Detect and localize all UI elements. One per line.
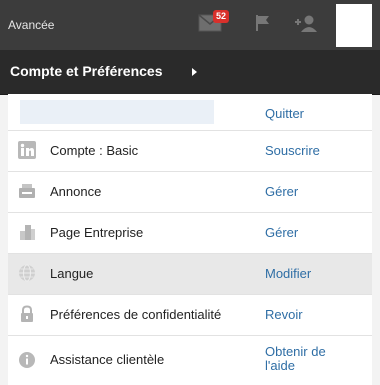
page-title: Compte et Préférences — [10, 63, 163, 79]
user-row: Quitter — [8, 94, 372, 131]
manage-ads-link[interactable]: Gérer — [265, 184, 298, 199]
globe-icon — [18, 264, 36, 282]
info-icon — [18, 351, 36, 369]
lock-icon — [18, 305, 36, 323]
list-item-support: Assistance clientèle Obtenir de l'aide — [8, 336, 372, 384]
account-preferences-header[interactable]: Compte et Préférences — [0, 50, 380, 95]
messages-button[interactable]: 52 — [193, 8, 230, 42]
flag-icon — [253, 13, 273, 38]
review-privacy-link[interactable]: Revoir — [265, 307, 303, 322]
top-navigation-bar: Avancée 52 — [0, 0, 380, 50]
get-help-link[interactable]: Obtenir de l'aide — [265, 345, 355, 373]
building-icon — [18, 223, 36, 241]
company-page-label: Page Entreprise — [50, 225, 144, 240]
list-item-privacy: Préférences de confidentialité Revoir — [8, 295, 372, 336]
advanced-search-link[interactable]: Avancée — [8, 18, 54, 32]
change-language-link[interactable]: Modifier — [265, 266, 311, 281]
list-item-account: Compte : Basic Souscrire — [8, 131, 372, 172]
linkedin-icon — [18, 141, 36, 159]
add-connections-button[interactable] — [289, 8, 323, 42]
messages-count-badge: 52 — [213, 10, 230, 23]
manage-company-link[interactable]: Gérer — [265, 225, 298, 240]
list-item-company-page: Page Entreprise Gérer — [8, 213, 372, 254]
list-item-language: Langue Modifier — [8, 254, 372, 295]
subscribe-link[interactable]: Souscrire — [265, 143, 320, 158]
account-label: Compte : Basic — [50, 143, 139, 158]
ad-icon — [18, 182, 36, 200]
ads-label: Annonce — [50, 184, 102, 199]
quit-link[interactable]: Quitter — [265, 106, 304, 121]
add-connection-icon — [293, 13, 319, 38]
support-label: Assistance clientèle — [50, 352, 165, 367]
language-label: Langue — [50, 266, 94, 281]
user-name-field — [20, 100, 214, 124]
account-menu-panel: Quitter Compte : Basic Souscrire Annonce… — [8, 94, 372, 385]
chevron-right-icon — [192, 68, 197, 76]
notifications-button[interactable] — [246, 8, 280, 42]
profile-photo-placeholder[interactable] — [336, 4, 372, 47]
privacy-label: Préférences de confidentialité — [50, 307, 222, 322]
list-item-ads: Annonce Gérer — [8, 172, 372, 213]
